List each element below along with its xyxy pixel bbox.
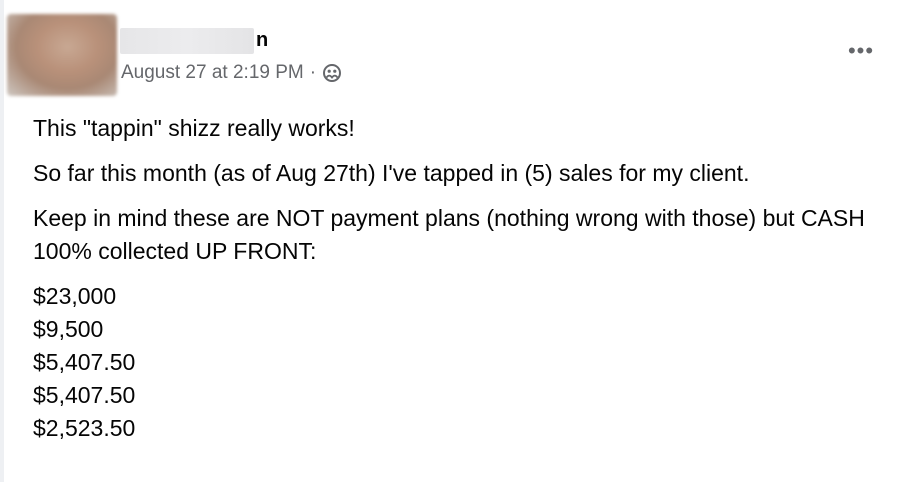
amounts-list: $23,000 $9,500 $5,407.50 $5,407.50 $2,52… <box>33 280 893 445</box>
friends-icon[interactable] <box>322 63 342 83</box>
left-divider <box>0 0 4 482</box>
author-name-redacted[interactable] <box>120 28 254 54</box>
amount-item: $5,407.50 <box>33 382 136 408</box>
more-options-button[interactable]: ••• <box>838 36 884 66</box>
post-paragraph-1: This "tappin" shizz really works! <box>33 115 355 141</box>
post-paragraph-3: Keep in mind these are NOT payment plans… <box>33 205 865 264</box>
amount-item: $23,000 <box>33 283 117 309</box>
post-timestamp[interactable]: August 27 at 2:19 PM <box>121 60 304 86</box>
meta-separator: · <box>309 62 317 83</box>
amount-item: $9,500 <box>33 316 104 342</box>
post-paragraph-2: So far this month (as of Aug 27th) I've … <box>33 160 750 186</box>
amount-item: $2,523.50 <box>33 415 136 441</box>
author-name-tail[interactable]: n <box>256 26 268 54</box>
amount-item: $5,407.50 <box>33 349 136 375</box>
facebook-post: n August 27 at 2:19 PM · ••• This "tappi… <box>0 0 907 482</box>
post-meta: August 27 at 2:19 PM · <box>121 60 342 86</box>
author-avatar[interactable] <box>7 14 117 96</box>
post-body: This "tappin" shizz really works! So far… <box>33 112 893 445</box>
